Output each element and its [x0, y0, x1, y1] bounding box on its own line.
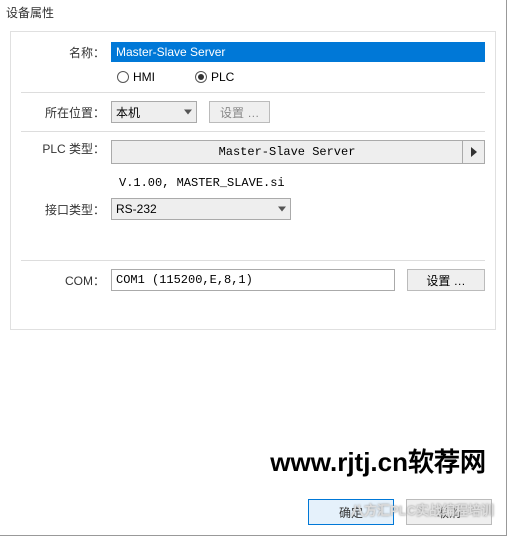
location-combo[interactable]: 本机	[111, 101, 197, 123]
location-label: 所在位置：	[21, 104, 111, 121]
chevron-down-icon	[278, 207, 286, 212]
radio-hmi-circle	[117, 71, 129, 83]
radio-plc-label: PLC	[211, 70, 234, 84]
form-panel: 名称： // placeholder so selection styling …	[10, 31, 496, 330]
plc-type-display[interactable]: Master-Slave Server	[111, 140, 463, 164]
interface-label: 接口类型：	[21, 201, 111, 218]
com-value: COM1 (115200,E,8,1)	[116, 273, 253, 287]
divider-1	[21, 92, 485, 93]
ok-button[interactable]: 确定	[308, 499, 394, 525]
radio-hmi[interactable]: HMI	[117, 70, 155, 84]
window-title: 设备属性	[0, 0, 506, 25]
interface-value: RS-232	[116, 202, 157, 216]
divider-3	[21, 260, 485, 261]
interface-combo[interactable]: RS-232	[111, 198, 291, 220]
location-value: 本机	[116, 104, 140, 121]
name-input[interactable]	[111, 42, 485, 62]
com-label: COM：	[21, 272, 111, 289]
name-label: 名称：	[21, 44, 111, 61]
com-combo[interactable]: COM1 (115200,E,8,1)	[111, 269, 395, 291]
plc-version-text: V.1.00, MASTER_SLAVE.si	[117, 172, 485, 198]
footer-buttons: 确定 取消	[308, 499, 492, 525]
com-settings-button[interactable]: 设置 …	[407, 269, 485, 291]
plc-type-expand-button[interactable]	[463, 140, 485, 164]
divider-2	[21, 131, 485, 132]
plc-type-label: PLC 类型：	[21, 140, 111, 164]
plc-type-value: Master-Slave Server	[219, 145, 356, 159]
watermark-main: www.rjtj.cn软荐网	[270, 442, 486, 479]
radio-hmi-label: HMI	[133, 70, 155, 84]
radio-plc[interactable]: PLC	[195, 70, 234, 84]
location-settings-button: 设置 …	[209, 101, 270, 123]
cancel-button[interactable]: 取消	[406, 499, 492, 525]
chevron-right-icon	[471, 147, 477, 157]
radio-plc-circle	[195, 71, 207, 83]
chevron-down-icon	[184, 110, 192, 115]
